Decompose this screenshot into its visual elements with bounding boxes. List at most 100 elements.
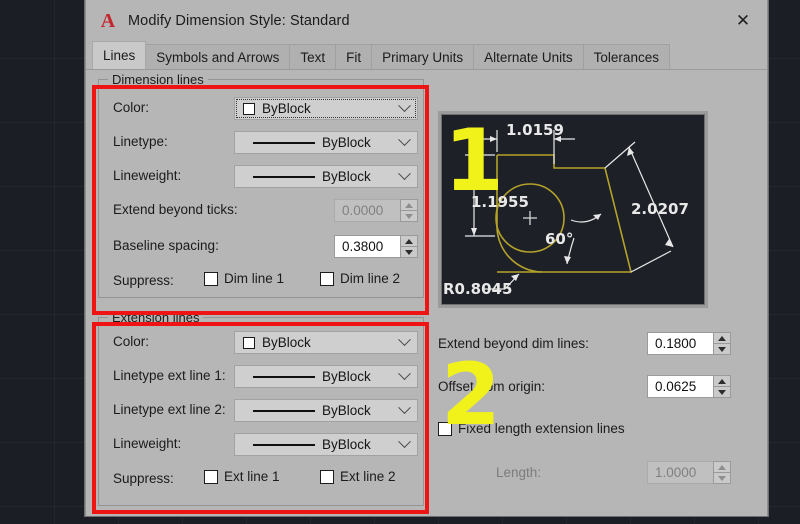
lineweight-sample-icon [253, 175, 315, 178]
arrow-up-icon [718, 464, 726, 470]
extension-lines-group: Extension lines Color: ByBlock Linetype … [98, 310, 424, 506]
dim-lineweight-value: ByBlock [322, 169, 371, 184]
color-swatch-icon [243, 102, 255, 115]
dimension-lines-group: Dimension lines Color: ByBlock Linetype:… [98, 72, 424, 298]
suppress-dim-line-2-checkbox[interactable]: Dim line 2 [320, 271, 400, 286]
preview-dim-left: 1.1955 [471, 193, 529, 211]
color-swatch-icon [243, 336, 255, 349]
baseline-spacing-value[interactable]: 0.3800 [334, 235, 400, 258]
arrow-down-icon [718, 475, 726, 481]
ext-lineweight-dropdown[interactable]: ByBlock [234, 433, 418, 456]
dimension-lines-group-title: Dimension lines [108, 72, 208, 87]
close-icon[interactable]: ✕ [719, 0, 767, 42]
arrow-down-icon [718, 389, 726, 395]
suppress-ext-line-1-checkbox[interactable]: Ext line 1 [204, 469, 280, 484]
arrow-up-icon [405, 202, 413, 208]
tab-lines[interactable]: Lines [92, 41, 147, 69]
length-decrement[interactable] [713, 472, 731, 484]
chevron-down-icon [398, 367, 411, 381]
suppress-dim-line-2-label: Dim line 2 [340, 271, 401, 286]
dialog-title: Modify Dimension Style: Standard [128, 13, 350, 29]
suppress-dim-line-1-checkbox[interactable]: Dim line 1 [204, 271, 284, 286]
ext-linetype-1-label: Linetype ext line 1: [113, 368, 226, 383]
ext-color-label: Color: [113, 334, 150, 349]
extend-beyond-dim-lines-increment[interactable] [713, 332, 731, 343]
ext-linetype-1-value: ByBlock [322, 369, 371, 384]
length-value[interactable]: 1.0000 [647, 461, 713, 484]
tab-tolerances[interactable]: Tolerances [582, 44, 670, 69]
length-stepper[interactable]: 1.0000 [647, 461, 731, 484]
extend-beyond-dim-lines-label: Extend beyond dim lines: [438, 336, 589, 351]
checkbox-icon [438, 421, 452, 436]
fixed-length-extension-lines-checkbox[interactable]: Fixed length extension lines [438, 421, 625, 436]
preview-drawing: 1.0159 1.1955 2.0207 60° R0.8045 [443, 121, 689, 298]
arrow-up-icon [405, 238, 413, 244]
suppress-ext-line-2-checkbox[interactable]: Ext line 2 [320, 469, 396, 484]
extension-lines-right-panel: Extend beyond dim lines: 0.1800 Offset f… [434, 328, 754, 498]
offset-from-origin-increment[interactable] [713, 375, 731, 386]
extend-beyond-ticks-decrement[interactable] [400, 210, 418, 222]
extend-beyond-dim-lines-decrement[interactable] [713, 343, 731, 355]
dialog-body: Dimension lines Color: ByBlock Linetype:… [86, 70, 767, 516]
baseline-spacing-decrement[interactable] [400, 246, 418, 258]
autocad-logo-icon: A [100, 10, 116, 32]
checkbox-icon [204, 271, 218, 286]
chevron-down-icon [398, 435, 411, 449]
offset-from-origin-decrement[interactable] [713, 386, 731, 398]
ext-color-dropdown[interactable]: ByBlock [234, 331, 418, 354]
extend-beyond-ticks-label: Extend beyond ticks: [113, 202, 238, 217]
checkbox-icon [320, 469, 334, 484]
offset-from-origin-label: Offset from origin: [438, 379, 546, 394]
preview-dim-right: 2.0207 [631, 200, 689, 218]
extend-beyond-dim-lines-value[interactable]: 0.1800 [647, 332, 713, 355]
arrow-down-icon [405, 249, 413, 255]
dim-linetype-dropdown[interactable]: ByBlock [234, 131, 418, 154]
linetype-sample-icon [253, 375, 315, 378]
extend-beyond-dim-lines-stepper[interactable]: 0.1800 [647, 332, 731, 355]
ext-linetype-2-dropdown[interactable]: ByBlock [234, 399, 418, 422]
offset-from-origin-stepper[interactable]: 0.0625 [647, 375, 731, 398]
extend-beyond-ticks-stepper[interactable]: 0.0000 [334, 199, 418, 222]
extend-beyond-ticks-increment[interactable] [400, 199, 418, 210]
dim-lineweight-dropdown[interactable]: ByBlock [234, 165, 418, 188]
ext-linetype-2-value: ByBlock [322, 403, 371, 418]
linetype-sample-icon [253, 141, 315, 144]
dim-color-dropdown[interactable]: ByBlock [234, 97, 418, 120]
offset-from-origin-value[interactable]: 0.0625 [647, 375, 713, 398]
tab-fit[interactable]: Fit [335, 44, 373, 69]
dim-linetype-value: ByBlock [322, 135, 371, 150]
checkbox-icon [204, 469, 218, 484]
baseline-spacing-label: Baseline spacing: [113, 238, 219, 253]
preview-dim-radius: R0.8045 [443, 280, 512, 298]
chevron-down-icon [398, 401, 411, 415]
arrow-up-icon [718, 335, 726, 341]
dim-color-label: Color: [113, 100, 150, 115]
dim-suppress-label: Suppress: [113, 273, 174, 288]
ext-linetype-2-label: Linetype ext line 2: [113, 402, 226, 417]
suppress-ext-line-1-label: Ext line 1 [224, 469, 280, 484]
dim-linetype-label: Linetype: [113, 134, 168, 149]
baseline-spacing-stepper[interactable]: 0.3800 [334, 235, 418, 258]
ext-color-value: ByBlock [262, 335, 311, 350]
extension-lines-group-title: Extension lines [108, 310, 204, 325]
tab-symbols-and-arrows[interactable]: Symbols and Arrows [145, 44, 291, 69]
tab-primary-units[interactable]: Primary Units [371, 44, 475, 69]
ext-lineweight-value: ByBlock [322, 437, 371, 452]
tab-alternate-units[interactable]: Alternate Units [473, 44, 584, 69]
baseline-spacing-increment[interactable] [400, 235, 418, 246]
lineweight-sample-icon [253, 443, 315, 446]
ext-linetype-1-dropdown[interactable]: ByBlock [234, 365, 418, 388]
ext-lineweight-label: Lineweight: [113, 436, 182, 451]
tab-text[interactable]: Text [289, 44, 337, 69]
tab-strip: Lines Symbols and Arrows Text Fit Primar… [86, 41, 767, 70]
fixed-length-extension-lines-label: Fixed length extension lines [458, 421, 625, 436]
preview-dim-angle: 60° [545, 230, 573, 248]
dim-color-value: ByBlock [262, 101, 311, 116]
chevron-down-icon [398, 167, 411, 181]
extend-beyond-ticks-value[interactable]: 0.0000 [334, 199, 400, 222]
linetype-sample-icon [253, 409, 315, 412]
arrow-down-icon [718, 346, 726, 352]
dialog-titlebar: A Modify Dimension Style: Standard ✕ [86, 0, 767, 42]
length-increment[interactable] [713, 461, 731, 472]
dimension-style-preview: 1.0159 1.1955 2.0207 60° R0.8045 [438, 111, 708, 308]
